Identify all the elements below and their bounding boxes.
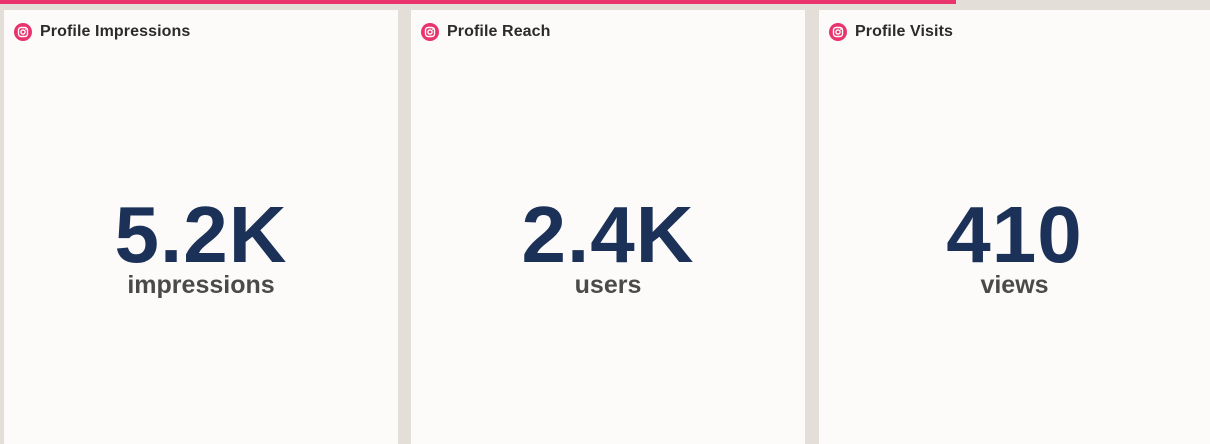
metric-card-profile-reach: Profile Reach 2.4K users — [411, 10, 805, 444]
loading-progress-bar — [0, 0, 1210, 4]
instagram-icon — [829, 23, 847, 41]
metric-card-profile-impressions: Profile Impressions 5.2K impressions — [4, 10, 398, 444]
card-header: Profile Visits — [829, 22, 953, 42]
loading-progress-fill — [0, 0, 956, 4]
metric-value: 410 — [946, 190, 1083, 279]
metric-value: 5.2K — [114, 190, 288, 279]
instagram-icon — [14, 23, 32, 41]
card-title: Profile Visits — [855, 23, 954, 40]
metric-cards-row: Profile Impressions 5.2K impressions Pro… — [0, 10, 1210, 444]
metric: 2.4K users — [411, 194, 805, 300]
card-header: Profile Impressions — [14, 22, 190, 42]
metric-unit: impressions — [127, 271, 275, 299]
metric-unit: users — [574, 271, 642, 299]
metric-value: 2.4K — [521, 190, 695, 279]
card-header: Profile Reach — [421, 22, 551, 42]
metric: 410 views — [819, 194, 1210, 300]
metric: 5.2K impressions — [4, 194, 398, 300]
card-title: Profile Impressions — [40, 23, 191, 40]
metric-unit: views — [980, 271, 1049, 299]
metric-card-profile-visits: Profile Visits 410 views — [819, 10, 1210, 444]
instagram-icon — [421, 23, 439, 41]
card-title: Profile Reach — [447, 23, 551, 40]
